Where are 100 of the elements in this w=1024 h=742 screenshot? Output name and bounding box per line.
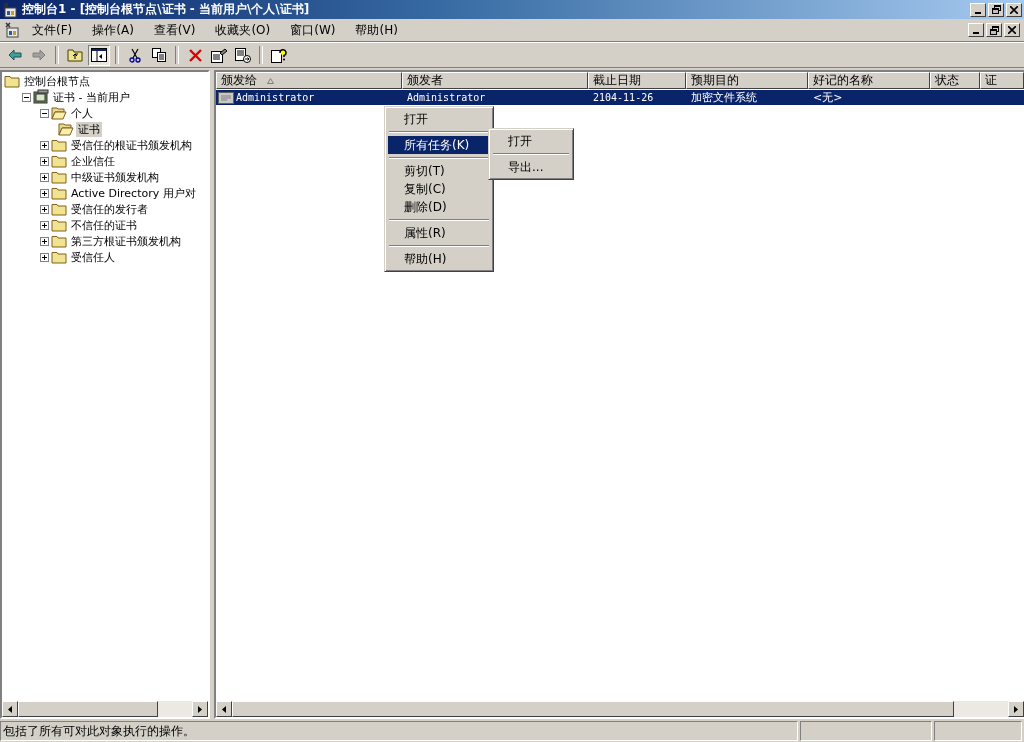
console-icon: [2, 1, 18, 18]
column-header[interactable]: 状态: [930, 72, 980, 89]
tree-item[interactable]: 受信任的发行者: [69, 201, 150, 217]
left-triangle-icon: [8, 705, 12, 713]
tree-item[interactable]: 中级证书颁发机构: [69, 169, 161, 185]
menu-item[interactable]: 导出...: [492, 158, 570, 176]
up-folder-icon: [67, 48, 83, 62]
left-triangle-icon: [222, 705, 226, 713]
column-header[interactable]: 颁发给: [216, 72, 402, 89]
expand-icon[interactable]: [40, 252, 49, 262]
certificate-icon: [218, 91, 234, 104]
menu-bar-item[interactable]: 收藏夹(O): [207, 19, 279, 41]
help-icon: [271, 47, 287, 63]
menu-item[interactable]: 删除(D): [388, 198, 490, 216]
close-button[interactable]: [1004, 23, 1020, 37]
column-header[interactable]: 证: [980, 72, 1024, 89]
folder-icon: [51, 233, 67, 249]
menu-item[interactable]: 剪切(T): [388, 162, 490, 180]
open-folder-icon: [51, 105, 67, 121]
menu-bar-item[interactable]: 窗口(W): [282, 19, 344, 41]
tree-item[interactable]: Active Directory 用户对: [69, 185, 198, 201]
tree-item[interactable]: 个人: [69, 105, 95, 121]
pane-icon: [91, 48, 107, 62]
folder-icon: [51, 217, 67, 233]
expand-icon[interactable]: [40, 140, 49, 150]
right-triangle-icon: [1014, 705, 1018, 713]
restore-button[interactable]: [986, 23, 1002, 37]
minimize-button[interactable]: [970, 2, 986, 17]
close-button[interactable]: [1006, 2, 1022, 17]
scrollbar-thumb[interactable]: [18, 701, 158, 717]
scroll-left-button[interactable]: [2, 701, 18, 717]
expand-icon[interactable]: [40, 156, 49, 166]
table-cell: <无>: [813, 91, 843, 104]
menu-bar-item[interactable]: 查看(V): [145, 19, 204, 41]
menu-bar-item[interactable]: 操作(A): [84, 19, 142, 41]
folder-icon: [51, 201, 67, 217]
menu-item[interactable]: 属性(R): [388, 224, 490, 242]
scrollbar-thumb[interactable]: [232, 701, 954, 717]
menu-bar-item[interactable]: 帮助(H): [347, 19, 406, 41]
column-header[interactable]: 颁发者: [402, 72, 588, 89]
restore-button[interactable]: [988, 2, 1004, 17]
column-header[interactable]: 好记的名称: [808, 72, 930, 89]
delete-icon: [188, 48, 202, 62]
folder-icon: [51, 137, 67, 153]
tree-item[interactable]: 第三方根证书颁发机构: [69, 233, 183, 249]
folder-icon: [51, 153, 67, 169]
status-text: 包括了所有可对此对象执行的操作。: [0, 721, 798, 741]
collapse-icon[interactable]: [40, 108, 49, 118]
folder-icon: [51, 169, 67, 185]
right-triangle-icon: [198, 705, 202, 713]
table-cell-text: Administrator: [236, 91, 315, 105]
expand-icon[interactable]: [40, 188, 49, 198]
tree-item[interactable]: 受信任人: [69, 249, 117, 265]
restore-icon: [989, 25, 999, 35]
scissors-icon: [129, 47, 141, 63]
menu-item[interactable]: 所有任务(K): [388, 136, 490, 154]
table-row[interactable]: Administrator Administrator 2104-11-26 加密文件系统 <无>: [216, 90, 1024, 105]
window-title: 控制台1 - [控制台根节点\证书 - 当前用户\个人\证书]: [22, 1, 311, 18]
expand-icon[interactable]: [40, 220, 49, 230]
table-cell: 2104-11-26: [593, 92, 654, 103]
close-icon: [1008, 26, 1016, 34]
tree-item[interactable]: 不信任的证书: [69, 217, 139, 233]
minimize-icon: [975, 11, 981, 14]
copy-icon: [151, 48, 167, 62]
menu-bar-item[interactable]: 文件(F): [24, 19, 81, 41]
table-cell: 加密文件系统: [691, 91, 757, 104]
certificate-store-icon: [33, 89, 49, 105]
properties-icon: [211, 47, 227, 63]
export-list-icon: [235, 47, 251, 63]
tree-item[interactable]: 证书: [76, 121, 102, 137]
open-folder-icon: [58, 121, 74, 137]
folder-icon: [51, 249, 67, 265]
tree-item[interactable]: 企业信任: [69, 153, 117, 169]
menu-item[interactable]: 打开: [492, 132, 570, 150]
tree-item[interactable]: 证书 - 当前用户: [51, 89, 132, 105]
expand-icon[interactable]: [40, 236, 49, 246]
menu-item[interactable]: 复制(C): [388, 180, 490, 198]
show-tree-button[interactable]: [88, 44, 110, 66]
column-header[interactable]: 截止日期: [588, 72, 686, 89]
scroll-right-button[interactable]: [1008, 701, 1024, 717]
menu-item[interactable]: 打开: [388, 110, 490, 128]
scroll-right-button[interactable]: [192, 701, 208, 717]
document-icon: [4, 22, 20, 38]
sort-ascending-icon: [267, 77, 274, 84]
scroll-left-button[interactable]: [216, 701, 232, 717]
expand-icon[interactable]: [40, 204, 49, 214]
collapse-icon[interactable]: [22, 92, 31, 102]
restore-icon: [991, 5, 1001, 14]
folder-icon: [4, 73, 20, 89]
tree-item[interactable]: 控制台根节点: [22, 73, 92, 89]
tree-item[interactable]: 受信任的根证书颁发机构: [69, 137, 194, 153]
expand-icon[interactable]: [40, 172, 49, 182]
forward-arrow-icon: [32, 49, 46, 61]
column-header[interactable]: 预期目的: [686, 72, 808, 89]
close-icon: [1010, 5, 1018, 14]
back-arrow-icon: [8, 49, 22, 61]
folder-icon: [51, 185, 67, 201]
minimize-button[interactable]: [968, 23, 984, 37]
menu-item[interactable]: 帮助(H): [388, 250, 490, 268]
minimize-icon: [973, 32, 979, 34]
